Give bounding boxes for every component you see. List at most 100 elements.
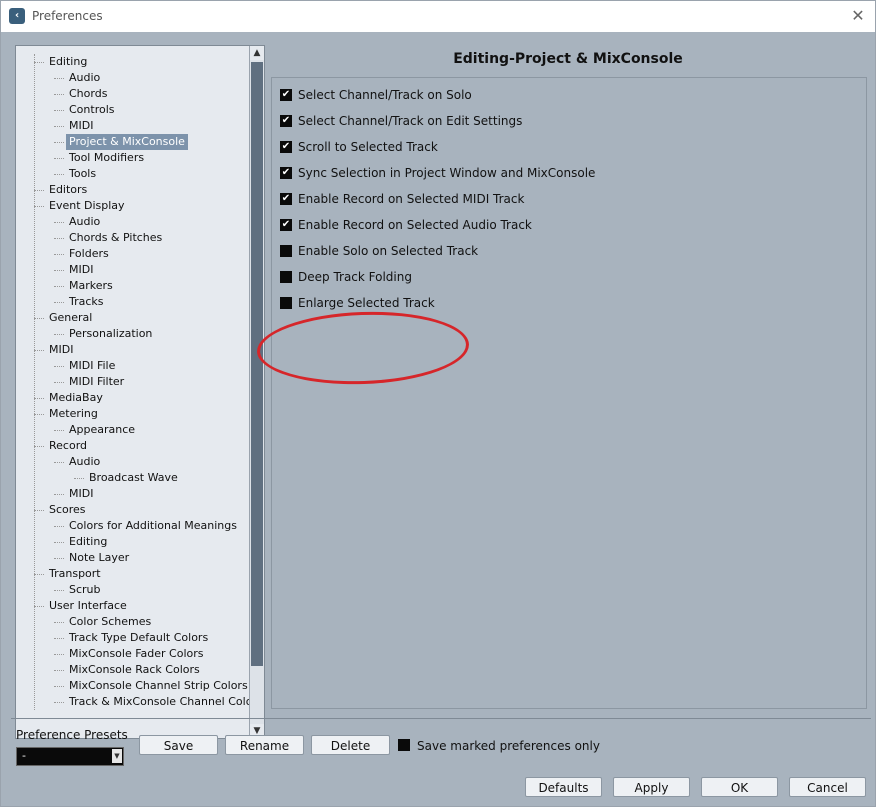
tree-item[interactable]: Audio xyxy=(16,214,248,230)
tree-connector xyxy=(54,102,64,111)
tree-connector xyxy=(34,198,44,207)
tree-item[interactable]: MIDI xyxy=(16,342,248,358)
tree-item[interactable]: Editing xyxy=(16,534,248,550)
option-checkbox[interactable] xyxy=(280,297,292,309)
option-label: Deep Track Folding xyxy=(298,270,412,284)
tree-item[interactable]: Markers xyxy=(16,278,248,294)
tree-item-label: MixConsole Rack Colors xyxy=(69,663,200,676)
tree-item[interactable]: Tracks xyxy=(16,294,248,310)
tree-item[interactable]: Track Type Default Colors xyxy=(16,630,248,646)
tree-item[interactable]: MIDI xyxy=(16,262,248,278)
tree-connector xyxy=(54,118,64,127)
tree-item[interactable]: MIDI File xyxy=(16,358,248,374)
preference-presets-select[interactable]: - ▼ xyxy=(16,747,124,766)
tree-item[interactable]: Colors for Additional Meanings xyxy=(16,518,248,534)
tree-item[interactable]: Transport xyxy=(16,566,248,582)
tree-item[interactable]: MIDI xyxy=(16,118,248,134)
tree-guide-line xyxy=(34,54,35,710)
tree-item-label: User Interface xyxy=(49,599,127,612)
delete-button[interactable]: Delete xyxy=(311,735,390,755)
tree-item-label: Tool Modifiers xyxy=(69,151,145,164)
tree-item[interactable]: Scores xyxy=(16,502,248,518)
tree-item-label: Editing xyxy=(69,535,108,548)
tree-item[interactable]: MixConsole Fader Colors xyxy=(16,646,248,662)
cancel-button[interactable]: Cancel xyxy=(789,777,866,797)
tree-item[interactable]: MIDI xyxy=(16,486,248,502)
tree-item[interactable]: Project & MixConsole xyxy=(16,134,248,150)
option-label: Select Channel/Track on Edit Settings xyxy=(298,114,523,128)
tree-item[interactable]: Folders xyxy=(16,246,248,262)
tree-item[interactable]: Note Layer xyxy=(16,550,248,566)
option-checkbox[interactable]: ✔ xyxy=(280,219,292,231)
tree-item[interactable]: MediaBay xyxy=(16,390,248,406)
tree-item[interactable]: Controls xyxy=(16,102,248,118)
option-checkbox[interactable] xyxy=(280,271,292,283)
tree-item[interactable]: Metering xyxy=(16,406,248,422)
tree-item[interactable]: Track & MixConsole Channel Colors xyxy=(16,694,263,710)
option-checkbox[interactable]: ✔ xyxy=(280,193,292,205)
tree-item[interactable]: MixConsole Channel Strip Colors xyxy=(16,678,248,694)
scroll-up-button[interactable]: ▲ xyxy=(250,46,264,60)
tree-item[interactable]: Audio xyxy=(16,70,248,86)
tree-item[interactable]: Tool Modifiers xyxy=(16,150,248,166)
preference-presets-label: Preference Presets xyxy=(16,728,128,742)
tree-item[interactable]: Appearance xyxy=(16,422,248,438)
save-button[interactable]: Save xyxy=(139,735,218,755)
tree-connector xyxy=(54,262,64,271)
tree-item[interactable]: Audio xyxy=(16,454,248,470)
option-checkbox[interactable] xyxy=(280,245,292,257)
save-marked-checkbox[interactable] xyxy=(398,739,410,751)
rename-button[interactable]: Rename xyxy=(225,735,304,755)
tree-item-label: Transport xyxy=(49,567,101,580)
tree-item[interactable]: Editors xyxy=(16,182,248,198)
option-checkbox[interactable]: ✔ xyxy=(280,167,292,179)
tree-scrollbar[interactable]: ▲ ▼ xyxy=(249,46,264,738)
tree-item[interactable]: Record xyxy=(16,438,248,454)
ok-button[interactable]: OK xyxy=(701,777,778,797)
tree-item-label: Audio xyxy=(69,71,101,84)
tree-item[interactable]: Tools xyxy=(16,166,248,182)
option-label: Enable Record on Selected MIDI Track xyxy=(298,192,525,206)
tree-connector xyxy=(54,534,64,543)
tree-connector xyxy=(54,278,64,287)
tree-item-label: Audio xyxy=(69,455,101,468)
tree-connector xyxy=(54,246,64,255)
apply-button[interactable]: Apply xyxy=(613,777,690,797)
option-checkbox[interactable]: ✔ xyxy=(280,89,292,101)
option-checkbox[interactable]: ✔ xyxy=(280,141,292,153)
tree-item[interactable]: Event Display xyxy=(16,198,248,214)
tree-item[interactable]: Chords xyxy=(16,86,248,102)
close-button[interactable]: ✕ xyxy=(847,5,869,27)
preferences-window: ‹ Preferences ✕ Editing Audio Chords Contro… xyxy=(0,0,876,807)
tree-item-label: Project & MixConsole xyxy=(66,134,188,150)
defaults-button[interactable]: Defaults xyxy=(525,777,602,797)
tree-item-label: Color Schemes xyxy=(69,615,152,628)
tree-connector xyxy=(34,406,44,415)
tree-item-label: Editors xyxy=(49,183,88,196)
options-box: ✔ Select Channel/Track on Solo ✔ Select Cha… xyxy=(271,77,867,709)
tree-item-label: Record xyxy=(49,439,88,452)
chevron-down-icon[interactable]: ▼ xyxy=(112,749,122,763)
tree-item[interactable]: Scrub xyxy=(16,582,248,598)
tree-connector xyxy=(54,582,64,591)
tree-item[interactable]: Chords & Pitches xyxy=(16,230,248,246)
tree-item-label: MIDI File xyxy=(69,359,116,372)
option-label: Select Channel/Track on Solo xyxy=(298,88,472,102)
tree-item-label: Tools xyxy=(69,167,97,180)
option-label: Sync Selection in Project Window and Mix… xyxy=(298,166,596,180)
tree-item[interactable]: Broadcast Wave xyxy=(16,470,248,486)
option-checkbox[interactable]: ✔ xyxy=(280,115,292,127)
tree-item-label: Colors for Additional Meanings xyxy=(69,519,237,532)
tree-item[interactable]: MIDI Filter xyxy=(16,374,248,390)
tree-item[interactable]: General xyxy=(16,310,248,326)
tree-item-label: Track & MixConsole Channel Colors xyxy=(69,695,263,708)
divider xyxy=(11,718,871,719)
tree-item[interactable]: Color Schemes xyxy=(16,614,248,630)
tree-item[interactable]: User Interface xyxy=(16,598,248,614)
tree-item-label: General xyxy=(49,311,93,324)
tree-connector xyxy=(54,694,64,703)
scroll-thumb[interactable] xyxy=(251,62,263,666)
tree-item[interactable]: Personalization xyxy=(16,326,248,342)
tree-item[interactable]: Editing xyxy=(16,54,248,70)
tree-item[interactable]: MixConsole Rack Colors xyxy=(16,662,248,678)
